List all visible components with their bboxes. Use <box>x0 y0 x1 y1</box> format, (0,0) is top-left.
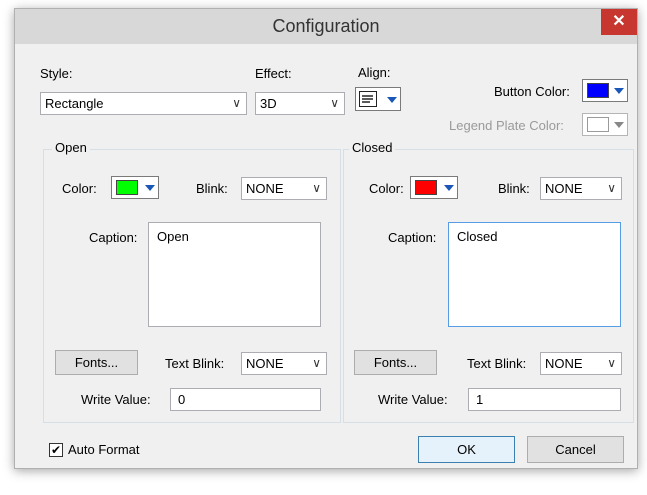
dropdown-arrow-icon <box>145 185 155 191</box>
style-select[interactable]: Rectangle ∨ <box>40 92 247 115</box>
closed-write-value: 1 <box>476 392 484 407</box>
dialog-client: Style: Rectangle ∨ Effect: 3D ∨ Align: B… <box>22 45 634 463</box>
chevron-down-icon: ∨ <box>232 96 241 110</box>
close-icon: ✕ <box>612 13 626 30</box>
open-caption-textarea[interactable]: Open <box>148 222 321 327</box>
closed-caption-textarea[interactable]: Closed <box>448 222 621 327</box>
open-text-blink-value: NONE <box>246 356 284 371</box>
open-write-value-label: Write Value: <box>81 392 151 407</box>
title-bar[interactable]: Configuration ✕ <box>15 9 637 44</box>
closed-color-swatch <box>415 180 437 195</box>
style-value: Rectangle <box>45 96 104 111</box>
closed-caption-label: Caption: <box>388 230 437 245</box>
open-text-blink-select[interactable]: NONE ∨ <box>241 352 327 375</box>
closed-caption-value: Closed <box>457 229 498 244</box>
close-button[interactable]: ✕ <box>601 9 637 35</box>
effect-label: Effect: <box>255 66 292 81</box>
configuration-dialog: Configuration ✕ Style: Rectangle ∨ Effec… <box>14 8 638 469</box>
button-color-swatch <box>587 83 609 98</box>
open-caption-label: Caption: <box>89 230 138 245</box>
open-group-label: Open <box>52 140 90 155</box>
auto-format-checkbox[interactable]: ✔ <box>49 443 63 457</box>
ok-button[interactable]: OK <box>418 436 515 463</box>
align-picker[interactable] <box>355 87 401 111</box>
button-color-picker[interactable] <box>582 79 628 102</box>
closed-color-picker[interactable] <box>410 176 458 199</box>
closed-text-blink-select[interactable]: NONE ∨ <box>540 352 622 375</box>
open-fonts-button[interactable]: Fonts... <box>55 350 138 375</box>
closed-blink-value: NONE <box>545 181 583 196</box>
open-write-value-input[interactable]: 0 <box>170 388 321 411</box>
open-color-picker[interactable] <box>111 176 159 199</box>
auto-format-label[interactable]: Auto Format <box>68 442 140 457</box>
closed-fonts-button[interactable]: Fonts... <box>354 350 437 375</box>
open-write-value: 0 <box>178 392 186 407</box>
align-label: Align: <box>358 65 391 80</box>
chevron-down-icon: ∨ <box>607 356 616 370</box>
effect-select[interactable]: 3D ∨ <box>255 92 345 115</box>
window-title: Configuration <box>272 16 380 36</box>
dropdown-arrow-icon <box>614 88 624 94</box>
closed-blink-label: Blink: <box>498 181 530 196</box>
legend-plate-color-picker[interactable] <box>582 113 628 136</box>
dropdown-arrow-icon <box>444 185 454 191</box>
open-blink-value: NONE <box>246 181 284 196</box>
align-left-icon <box>359 91 377 107</box>
checkmark-icon: ✔ <box>50 443 62 457</box>
closed-blink-select[interactable]: NONE ∨ <box>540 177 622 200</box>
button-color-label: Button Color: <box>494 84 570 99</box>
legend-plate-color-swatch <box>587 117 609 132</box>
closed-write-value-label: Write Value: <box>378 392 448 407</box>
effect-value: 3D <box>260 96 277 111</box>
open-text-blink-label: Text Blink: <box>165 356 225 371</box>
chevron-down-icon: ∨ <box>312 356 321 370</box>
cancel-button[interactable]: Cancel <box>527 436 624 463</box>
open-blink-label: Blink: <box>196 181 228 196</box>
chevron-down-icon: ∨ <box>330 96 339 110</box>
dropdown-arrow-icon <box>614 122 624 128</box>
chevron-down-icon: ∨ <box>607 181 616 195</box>
closed-color-label: Color: <box>369 181 404 196</box>
closed-text-blink-value: NONE <box>545 356 583 371</box>
legend-plate-color-label: Legend Plate Color: <box>449 118 564 133</box>
chevron-down-icon: ∨ <box>312 181 321 195</box>
open-caption-value: Open <box>157 229 189 244</box>
closed-text-blink-label: Text Blink: <box>467 356 527 371</box>
open-blink-select[interactable]: NONE ∨ <box>241 177 327 200</box>
open-color-swatch <box>116 180 138 195</box>
closed-write-value-input[interactable]: 1 <box>468 388 621 411</box>
style-label: Style: <box>40 66 73 81</box>
dropdown-arrow-icon <box>387 97 397 103</box>
closed-group-label: Closed <box>349 140 396 155</box>
open-color-label: Color: <box>62 181 97 196</box>
